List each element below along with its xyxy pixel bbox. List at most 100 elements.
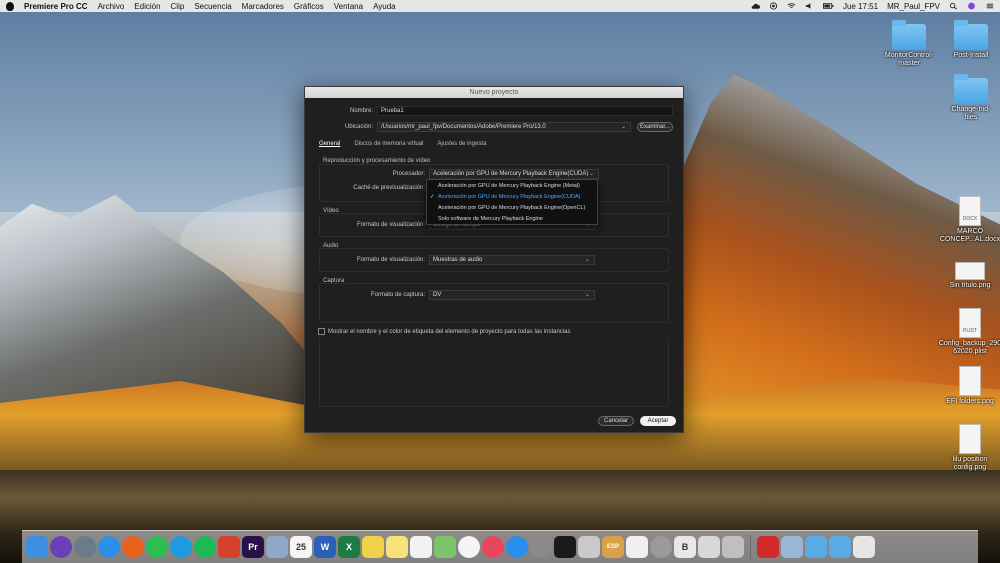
record-icon[interactable] xyxy=(769,2,778,10)
desktop-folder-monitorcontrol[interactable]: MonitorControl- master xyxy=(874,20,944,68)
dock-downloads-folder-icon[interactable] xyxy=(829,536,851,558)
option-label: Solo software de Mercury Playback Engine xyxy=(438,216,543,222)
preview-cache-label: Caché de previsualización: xyxy=(353,185,425,191)
audio-display-select[interactable]: Muestras de audio ⌄ xyxy=(429,255,595,265)
desktop-file-lilu-position[interactable]: lilu position config.png xyxy=(935,424,1000,472)
audio-display-value: Muestras de audio xyxy=(433,257,483,263)
option-label: Aceleración por GPU de Mercury Playback … xyxy=(438,183,580,189)
tab-general[interactable]: General xyxy=(319,141,340,147)
dock-applications-folder-icon[interactable] xyxy=(805,536,827,558)
dock-excel-icon[interactable]: X xyxy=(338,536,360,558)
renderer-option-metal[interactable]: Aceleración por GPU de Mercury Playback … xyxy=(427,181,597,192)
dock-launchpad-icon[interactable] xyxy=(74,536,96,558)
desktop-file-marco-docx[interactable]: DOCX MARCO CONCEP...AL.docx xyxy=(935,196,1000,244)
dock-disk-utility-icon[interactable] xyxy=(650,536,672,558)
menu-secuencia[interactable]: Secuencia xyxy=(194,2,231,11)
dock-music-icon[interactable] xyxy=(482,536,504,558)
browse-button[interactable]: Examinar... xyxy=(637,122,673,132)
dock-anydesk-icon[interactable] xyxy=(218,536,240,558)
app-menu[interactable]: Premiere Pro CC xyxy=(24,2,88,11)
dialog-tabs: General Discos de memoria virtual Ajuste… xyxy=(319,141,486,147)
menu-edicion[interactable]: Edición xyxy=(134,2,160,11)
file-type-tag: PLIST xyxy=(963,328,977,334)
dock-calendar-icon[interactable]: 25 xyxy=(290,536,312,558)
dock-skype-icon[interactable] xyxy=(170,536,192,558)
search-icon[interactable] xyxy=(949,2,958,10)
dock-preview-icon[interactable] xyxy=(266,536,288,558)
dock-system-preferences-icon[interactable] xyxy=(530,536,552,558)
name-input[interactable]: Prueba1 xyxy=(377,106,673,116)
desktop-file-sin-titulo[interactable]: Sin título.png xyxy=(935,262,1000,290)
menu-graficos[interactable]: Gráficos xyxy=(294,2,324,11)
volume-icon[interactable] xyxy=(805,2,814,10)
clock[interactable]: Jue 17:51 xyxy=(843,2,878,11)
dock-premiere-icon[interactable]: Pr xyxy=(242,536,264,558)
dock-appstore-icon[interactable] xyxy=(506,536,528,558)
dock-finder-icon[interactable] xyxy=(26,536,48,558)
desktop-icon-label: MonitorControl- master xyxy=(884,52,934,67)
dock-trash-icon[interactable] xyxy=(853,536,875,558)
ok-button[interactable]: Aceptar xyxy=(640,416,676,426)
desktop-folder-post-install[interactable]: Post-Install xyxy=(936,20,1000,60)
menu-ventana[interactable]: Ventana xyxy=(334,2,363,11)
user-menu[interactable]: MR_Paul_FPV xyxy=(887,2,940,11)
menu-archivo[interactable]: Archivo xyxy=(98,2,125,11)
desktop-file-config-plist[interactable]: PLIST Config_backup_290 62020.plist xyxy=(935,308,1000,356)
desktop-icon-label: EFI folders.png xyxy=(946,398,994,405)
renderer-dropdown: Aceleración por GPU de Mercury Playback … xyxy=(426,179,598,225)
menu-ayuda[interactable]: Ayuda xyxy=(373,2,396,11)
renderer-select[interactable]: Aceleración por GPU de Mercury Playback … xyxy=(429,169,599,179)
renderer-value: Aceleración por GPU de Mercury Playback … xyxy=(433,171,589,177)
chevron-down-icon: ⌄ xyxy=(584,257,590,263)
menu-marcadores[interactable]: Marcadores xyxy=(242,2,284,11)
location-value: /Usuarios/mr_paul_fpv/Documentos/Adobe/P… xyxy=(381,124,546,130)
dock-spotify-icon[interactable] xyxy=(194,536,216,558)
dock-esp-icon[interactable]: ESP xyxy=(602,536,624,558)
dock-reminders-icon[interactable] xyxy=(410,536,432,558)
capture-format-select[interactable]: DV ⌄ xyxy=(429,290,595,300)
renderer-option-cuda[interactable]: ✓ Aceleración por GPU de Mercury Playback… xyxy=(427,192,597,203)
dock-preview-stack-icon[interactable] xyxy=(781,536,803,558)
checkmark-icon: ✓ xyxy=(430,194,435,200)
wifi-icon[interactable] xyxy=(787,2,796,10)
dock-icon-text: Pr xyxy=(248,542,258,552)
image-file-icon xyxy=(959,424,981,454)
label-color-checkbox[interactable] xyxy=(318,328,325,335)
capture-format-row: Formato de captura: DV ⌄ xyxy=(305,290,595,300)
dock-word-icon[interactable]: W xyxy=(314,536,336,558)
dock-siri-icon[interactable] xyxy=(50,536,72,558)
siri-icon[interactable] xyxy=(967,2,976,10)
general-panel-bottom xyxy=(319,337,669,407)
dock-photos-icon[interactable] xyxy=(458,536,480,558)
dock-bbedit-icon[interactable]: B xyxy=(674,536,696,558)
dock-stickies-icon[interactable] xyxy=(362,536,384,558)
dock-notes-icon[interactable] xyxy=(386,536,408,558)
dock-whatsapp-icon[interactable] xyxy=(146,536,168,558)
desktop-file-efi-folders[interactable]: EFI folders.png xyxy=(935,366,1000,406)
dock-screenshot-icon[interactable] xyxy=(722,536,744,558)
location-select[interactable]: /Usuarios/mr_paul_fpv/Documentos/Adobe/P… xyxy=(377,122,631,132)
tab-ingest-settings[interactable]: Ajustes de ingesta xyxy=(437,141,486,147)
dock-adobe-cc-icon[interactable] xyxy=(757,536,779,558)
desktop-folder-change[interactable]: Change-Ind- files xyxy=(936,74,1000,122)
renderer-option-software[interactable]: Solo software de Mercury Playback Engine xyxy=(427,214,597,225)
file-type-tag: DOCX xyxy=(962,216,978,222)
renderer-option-opencl[interactable]: Aceleración por GPU de Mercury Playback … xyxy=(427,203,597,214)
desktop-icon-label: Sin título.png xyxy=(949,282,991,289)
dock-maps-icon[interactable] xyxy=(434,536,456,558)
tab-scratch-disks[interactable]: Discos de memoria virtual xyxy=(354,141,423,147)
apple-menu-icon[interactable] xyxy=(6,1,14,11)
menu-clip[interactable]: Clip xyxy=(171,2,185,11)
dock-script-editor-icon[interactable] xyxy=(698,536,720,558)
cloud-icon[interactable] xyxy=(751,2,760,10)
battery-icon[interactable] xyxy=(822,2,834,10)
name-row: Nombre: Prueba1 xyxy=(305,106,673,116)
dock-tools-icon[interactable] xyxy=(578,536,600,558)
dock-firefox-icon[interactable] xyxy=(122,536,144,558)
audio-display-label: Formato de visualización: xyxy=(356,257,425,263)
notifications-icon[interactable] xyxy=(985,2,994,10)
cancel-button[interactable]: Cancelar xyxy=(598,416,634,426)
dock-safari-icon[interactable] xyxy=(98,536,120,558)
dock-textedit-icon[interactable] xyxy=(626,536,648,558)
dock-terminal-icon[interactable] xyxy=(554,536,576,558)
